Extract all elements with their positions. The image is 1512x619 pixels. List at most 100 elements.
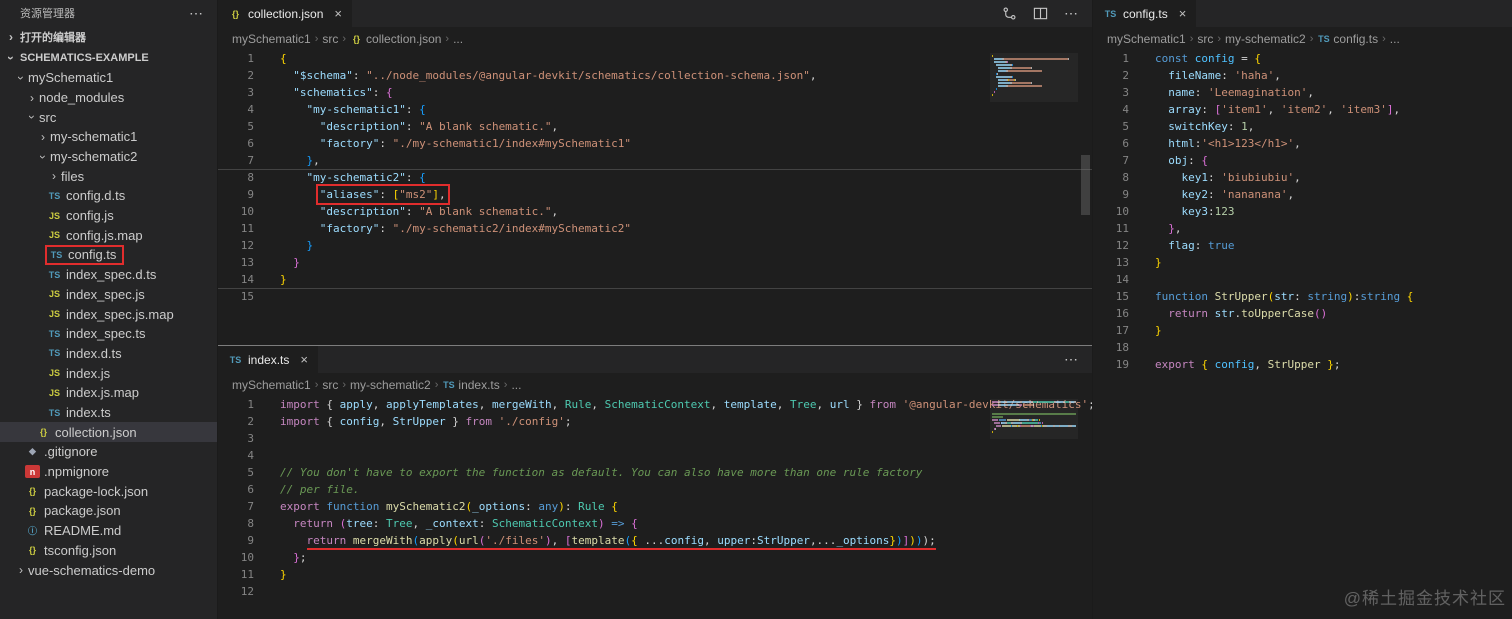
code-line[interactable]: import { config, StrUpper } from './conf…	[280, 413, 1092, 430]
close-tab-icon[interactable]: ×	[334, 6, 342, 21]
code-line[interactable]: },	[280, 152, 816, 169]
more-actions-icon[interactable]: ⋯	[1064, 351, 1078, 368]
tree-item-index.js.map[interactable]: JS index.js.map	[0, 383, 217, 403]
code-line[interactable]: {	[280, 50, 816, 67]
tree-item-package-lock.json[interactable]: {} package-lock.json	[0, 481, 217, 501]
tree-item-files[interactable]: › files	[0, 166, 217, 186]
code-line[interactable]: return mergeWith(apply(url('./files'), […	[280, 532, 1092, 550]
tree-item-index.js[interactable]: JS index.js	[0, 363, 217, 383]
scrollbar-thumb[interactable]	[1081, 155, 1090, 215]
tree-item-index_spec.js[interactable]: JS index_spec.js	[0, 285, 217, 305]
code-line[interactable]: switchKey: 1,	[1155, 118, 1413, 135]
tree-item-config.d.ts[interactable]: TS config.d.ts	[0, 186, 217, 206]
code-line[interactable]: "factory": "./my-schematic2/index#mySche…	[280, 220, 816, 237]
tree-item-index_spec.d.ts[interactable]: TS index_spec.d.ts	[0, 265, 217, 285]
code-line[interactable]: }	[1155, 254, 1413, 271]
code-line[interactable]	[280, 447, 1092, 464]
code-line[interactable]: function StrUpper(str: string):string {	[1155, 288, 1413, 305]
code-line[interactable]	[280, 288, 816, 305]
tree-item-vue-schematics-demo[interactable]: › vue-schematics-demo	[0, 560, 217, 580]
code-line[interactable]: fileName: 'haha',	[1155, 67, 1413, 84]
code-line[interactable]: // per file.	[280, 481, 1092, 498]
code-line[interactable]: array: ['item1', 'item2', 'item3'],	[1155, 101, 1413, 118]
code-line[interactable]: import { apply, applyTemplates, mergeWit…	[280, 396, 1092, 413]
code-line[interactable]: key1: 'biubiubiu',	[1155, 169, 1413, 186]
tree-item-index.ts[interactable]: TS index.ts	[0, 403, 217, 423]
code-line[interactable]: export function mySchematic2(_options: a…	[280, 498, 1092, 515]
breadcrumb-item[interactable]: ...	[453, 32, 463, 46]
tab-config-ts[interactable]: TS config.ts ×	[1093, 0, 1197, 27]
code-line[interactable]: const config = {	[1155, 50, 1413, 67]
more-actions-icon[interactable]: ⋯	[1064, 5, 1078, 22]
code-line[interactable]: };	[280, 549, 1092, 566]
code-line[interactable]: "description": "A blank schematic.",	[280, 118, 816, 135]
open-changes-icon[interactable]	[1002, 6, 1017, 21]
breadcrumb-item[interactable]: collection.json	[366, 32, 441, 46]
code-line[interactable]: name: 'Leemagination',	[1155, 84, 1413, 101]
explorer-more-actions-icon[interactable]: ⋯	[189, 5, 203, 22]
tree-item-tsconfig.json[interactable]: {} tsconfig.json	[0, 541, 217, 561]
code-line[interactable]: return (tree: Tree, _context: SchematicC…	[280, 515, 1092, 532]
code-line[interactable]: "description": "A blank schematic.",	[280, 203, 816, 220]
code-line[interactable]: "schematics": {	[280, 84, 816, 101]
open-editors-section[interactable]: › 打开的编辑器	[0, 26, 217, 47]
code-line[interactable]: "aliases": ["ms2"],	[280, 184, 816, 205]
breadcrumb-item[interactable]: my-schematic2	[350, 378, 431, 392]
breadcrumb-item[interactable]: src	[322, 32, 338, 46]
code-line[interactable]: return str.toUpperCase()	[1155, 305, 1413, 322]
code-line[interactable]: }	[280, 271, 816, 288]
tree-item-index_spec.js.map[interactable]: JS index_spec.js.map	[0, 304, 217, 324]
tree-item-package.json[interactable]: {} package.json	[0, 501, 217, 521]
tree-item-index.d.ts[interactable]: TS index.d.ts	[0, 344, 217, 364]
breadcrumb-item[interactable]: mySchematic1	[232, 32, 311, 46]
breadcrumb-item[interactable]: mySchematic1	[232, 378, 311, 392]
code-lines[interactable]: { "$schema": "../node_modules/@angular-d…	[280, 50, 816, 345]
breadcrumb-item[interactable]: src	[322, 378, 338, 392]
breadcrumb-item[interactable]: index.ts	[458, 378, 499, 392]
code-line[interactable]: }	[280, 254, 816, 271]
tree-item-src[interactable]: › src	[0, 107, 217, 127]
code-line[interactable]: "factory": "./my-schematic1/index#mySche…	[280, 135, 816, 152]
code-line[interactable]: "my-schematic2": {	[280, 169, 816, 186]
tree-item-my-schematic1[interactable]: › my-schematic1	[0, 127, 217, 147]
breadcrumb-item[interactable]: config.ts	[1333, 32, 1378, 46]
code-line[interactable]: html:'<h1>123</h1>',	[1155, 135, 1413, 152]
minimap[interactable]	[990, 53, 1078, 102]
code-line[interactable]: }	[280, 566, 1092, 583]
code-line[interactable]	[1155, 271, 1413, 288]
code-line[interactable]: key3:123	[1155, 203, 1413, 220]
tab-collection-json[interactable]: {} collection.json ×	[218, 0, 352, 27]
breadcrumb-item[interactable]: mySchematic1	[1107, 32, 1186, 46]
tree-item-.npmignore[interactable]: n .npmignore	[0, 462, 217, 482]
minimap[interactable]	[990, 399, 1078, 439]
code-line[interactable]: }	[1155, 322, 1413, 339]
code-line[interactable]: key2: 'nananana',	[1155, 186, 1413, 203]
tree-item-config.js[interactable]: JS config.js	[0, 206, 217, 226]
breadcrumb-item[interactable]: ...	[511, 378, 521, 392]
code-line[interactable]: }	[280, 237, 816, 254]
code-line[interactable]: "my-schematic1": {	[280, 101, 816, 118]
code-line[interactable]: },	[1155, 220, 1413, 237]
code-line[interactable]	[280, 583, 1092, 600]
code-line[interactable]: export { config, StrUpper };	[1155, 356, 1413, 373]
tree-item-node_modules[interactable]: › node_modules	[0, 88, 217, 108]
tree-item-collection.json[interactable]: {} collection.json	[0, 422, 217, 443]
tab-index-ts[interactable]: TS index.ts ×	[218, 346, 318, 373]
tree-item-README.md[interactable]: ⓘ README.md	[0, 521, 217, 541]
split-editor-icon[interactable]	[1033, 6, 1048, 21]
code-line[interactable]	[1155, 339, 1413, 356]
code-lines[interactable]: import { apply, applyTemplates, mergeWit…	[280, 396, 1092, 619]
workspace-root-section[interactable]: › SCHEMATICS-EXAMPLE	[0, 47, 217, 68]
code-line[interactable]: // You don't have to export the function…	[280, 464, 1092, 481]
breadcrumb-item[interactable]: src	[1197, 32, 1213, 46]
breadcrumb-item[interactable]: ...	[1390, 32, 1400, 46]
tree-item-config.ts[interactable]: TS config.ts	[0, 245, 217, 266]
tree-item-my-schematic2[interactable]: › my-schematic2	[0, 147, 217, 167]
close-tab-icon[interactable]: ×	[300, 352, 308, 367]
code-line[interactable]: flag: true	[1155, 237, 1413, 254]
tree-item-.gitignore[interactable]: ◆ .gitignore	[0, 442, 217, 462]
code-lines[interactable]: const config = { fileName: 'haha', name:…	[1155, 50, 1413, 619]
close-tab-icon[interactable]: ×	[1179, 6, 1187, 21]
breadcrumb-item[interactable]: my-schematic2	[1225, 32, 1306, 46]
code-line[interactable]: obj: {	[1155, 152, 1413, 169]
